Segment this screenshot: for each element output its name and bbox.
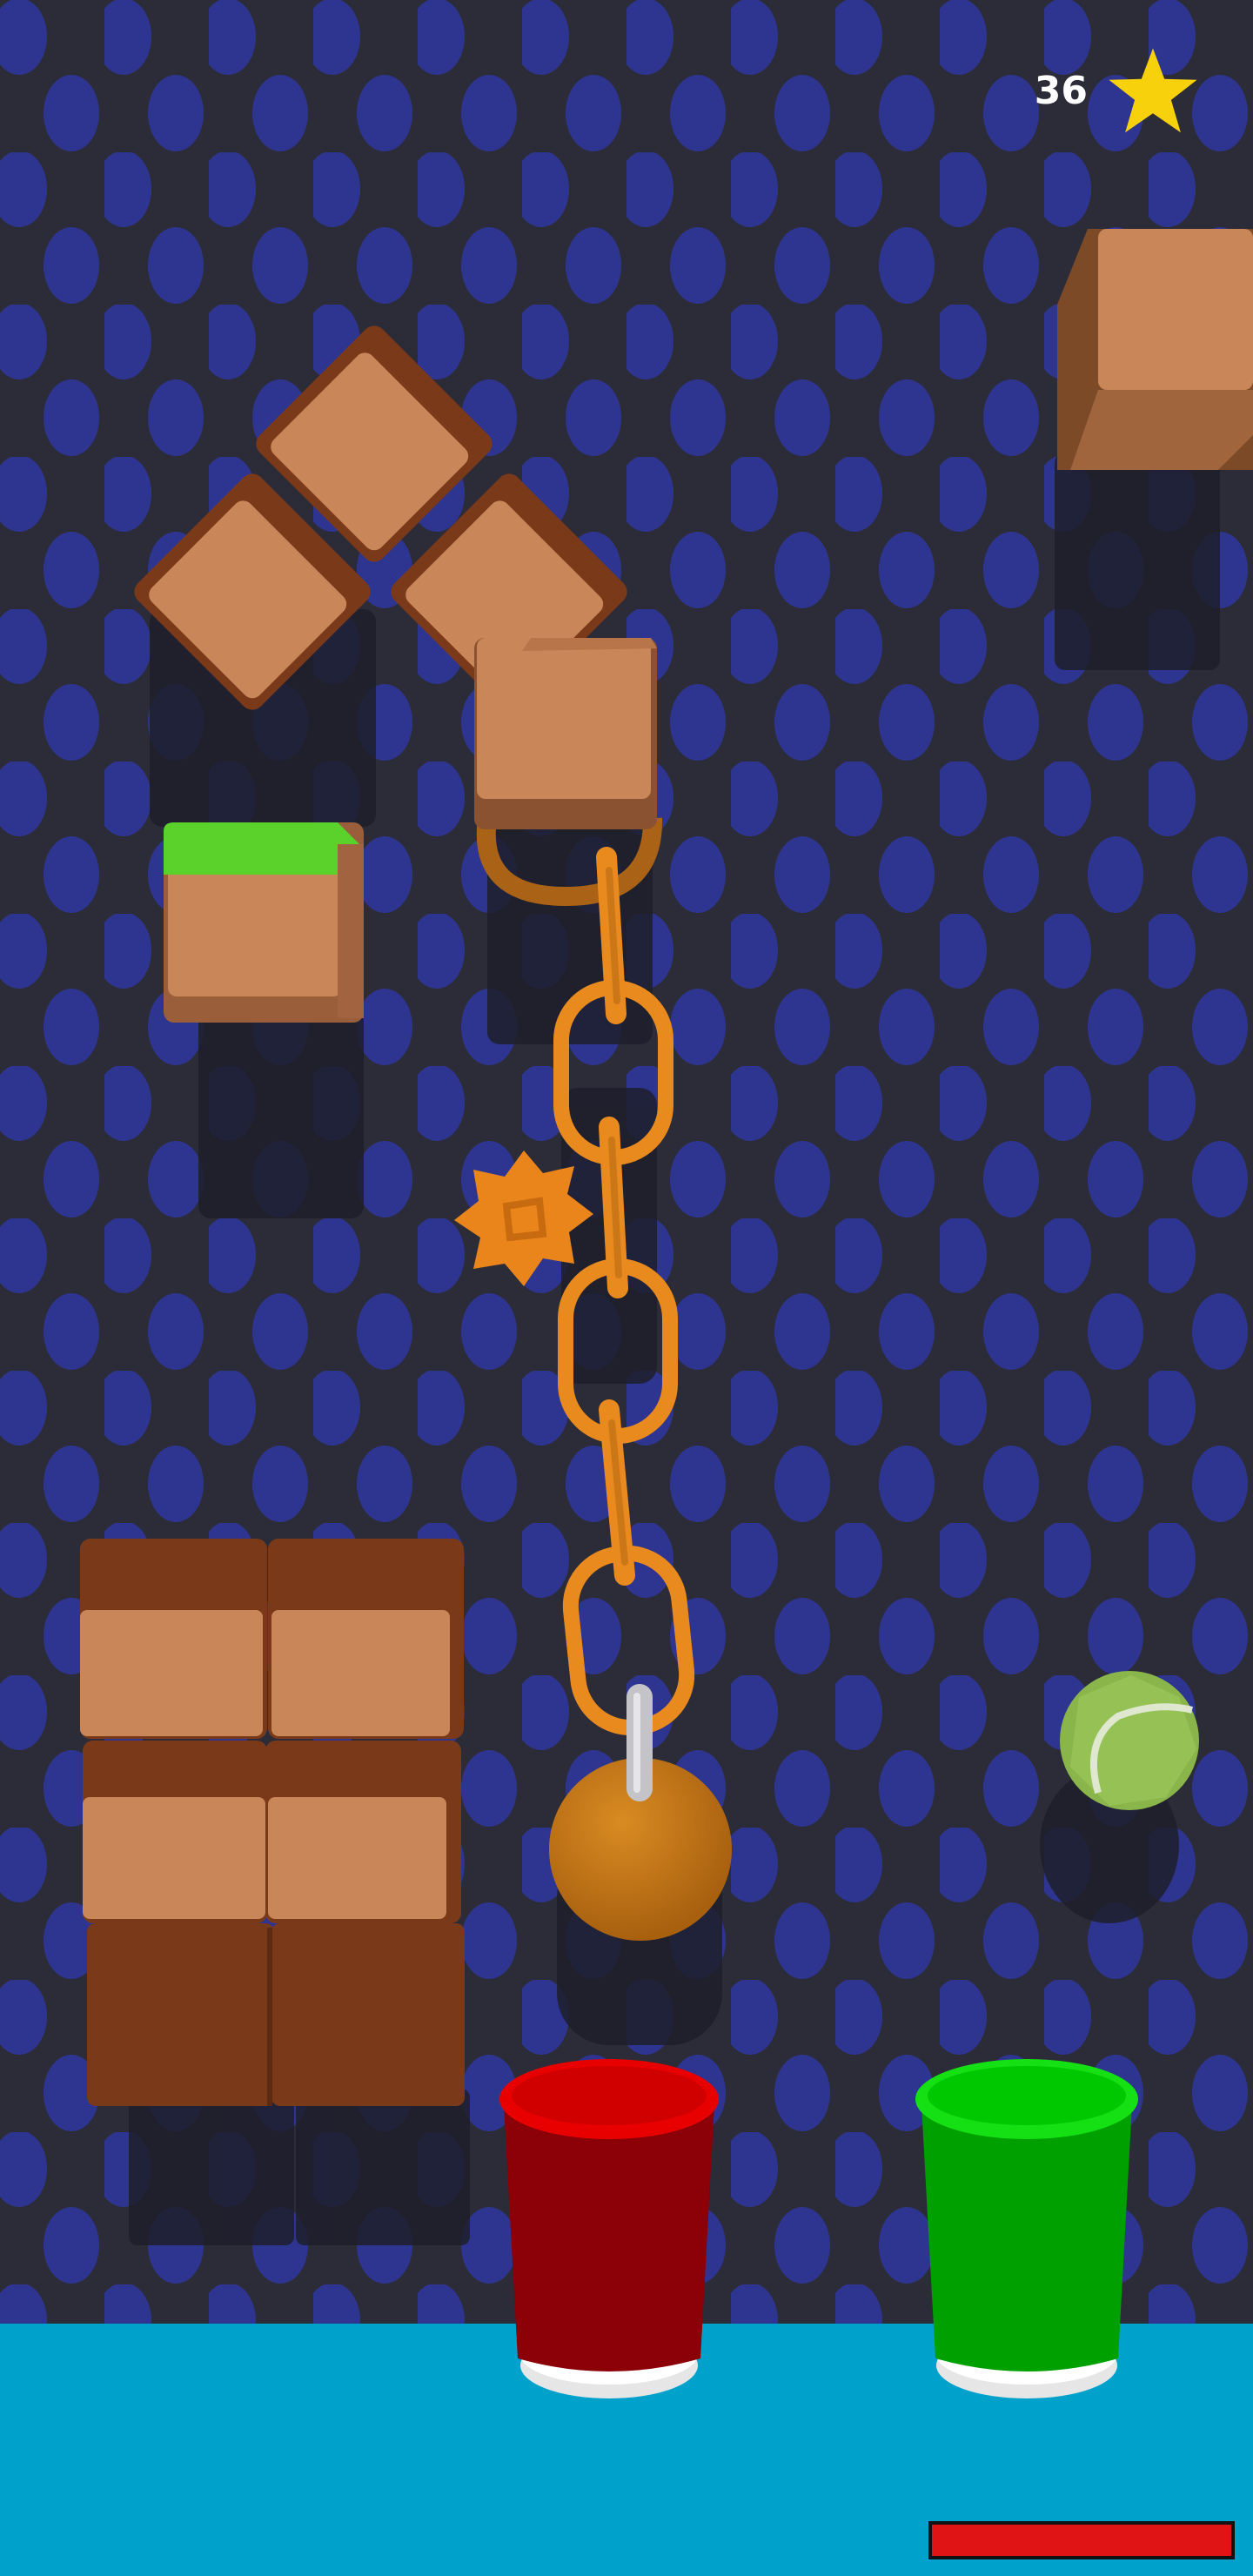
block-stack <box>80 1539 465 2106</box>
game-scene[interactable] <box>0 0 1253 2576</box>
progress-bar <box>928 2521 1235 2559</box>
anchor-block <box>474 638 657 829</box>
block-top-right <box>1057 229 1253 470</box>
tennis-ball <box>1060 1671 1199 1810</box>
green-cup[interactable] <box>915 2059 1138 2398</box>
star-icon <box>1109 48 1197 133</box>
red-cup[interactable] <box>499 2059 719 2398</box>
grass-block <box>164 822 364 1023</box>
score-counter: 36 <box>1034 69 1088 113</box>
